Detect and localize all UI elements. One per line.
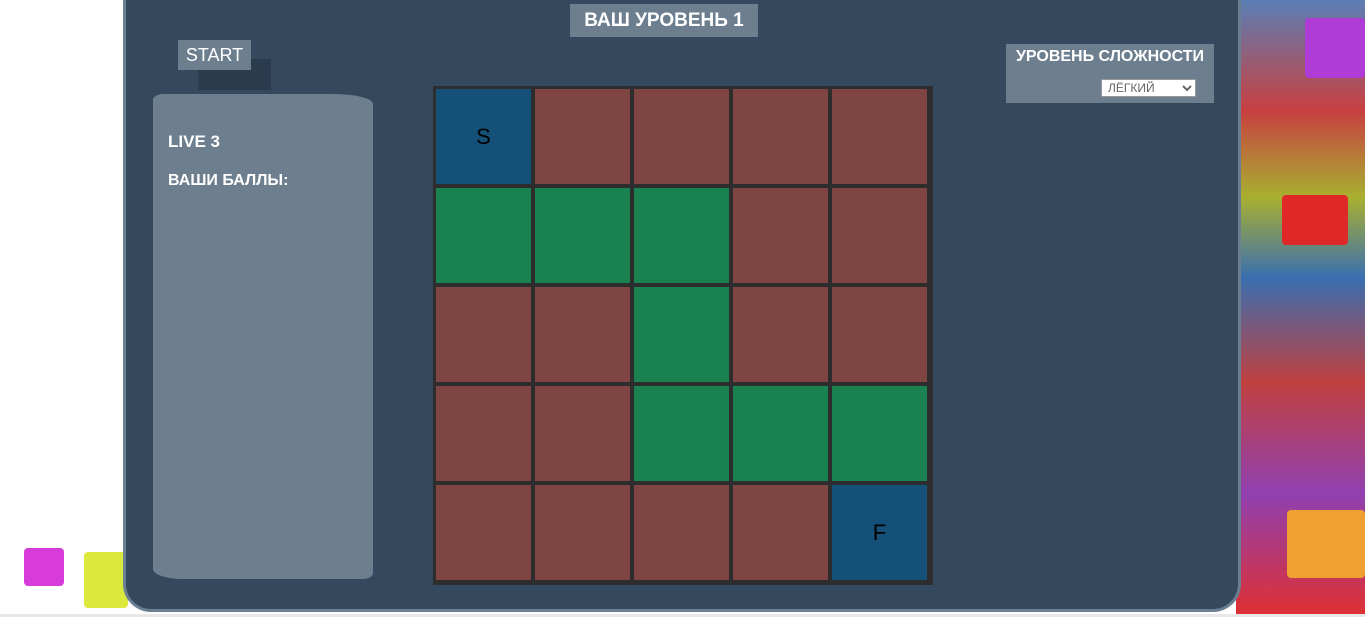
wall-cell[interactable]: [733, 287, 828, 382]
wall-cell[interactable]: [436, 386, 531, 481]
difficulty-select[interactable]: ЛЁГКИЙ: [1101, 79, 1196, 97]
stats-panel: [153, 94, 373, 579]
score-label: ВАШИ БАЛЛЫ:: [168, 172, 289, 189]
lives-counter: LIVE 3: [168, 132, 220, 151]
orange-cube-decoration: [1287, 510, 1365, 578]
wall-cell[interactable]: [436, 485, 531, 580]
wall-cell[interactable]: [733, 485, 828, 580]
start-button[interactable]: START: [178, 40, 251, 70]
path-cell[interactable]: [733, 386, 828, 481]
path-cell[interactable]: [436, 188, 531, 283]
path-cell[interactable]: [535, 188, 630, 283]
difficulty-label: УРОВЕНЬ СЛОЖНОСТИ: [1015, 48, 1205, 65]
wall-cell[interactable]: [436, 287, 531, 382]
start-cell[interactable]: S: [436, 89, 531, 184]
wall-cell[interactable]: [634, 485, 729, 580]
pink-cube-decoration: [24, 548, 64, 586]
wall-cell[interactable]: [535, 485, 630, 580]
finish-cell[interactable]: F: [832, 485, 927, 580]
yellow-cube-decoration: [84, 552, 128, 608]
difficulty-box: УРОВЕНЬ СЛОЖНОСТИ ЛЁГКИЙ: [1006, 44, 1214, 103]
wall-cell[interactable]: [832, 89, 927, 184]
wall-cell[interactable]: [535, 89, 630, 184]
wall-cell[interactable]: [535, 386, 630, 481]
wall-cell[interactable]: [733, 188, 828, 283]
path-cell[interactable]: [634, 188, 729, 283]
wall-cell[interactable]: [832, 188, 927, 283]
path-cell[interactable]: [832, 386, 927, 481]
red-cube-decoration: [1282, 195, 1348, 245]
wall-cell[interactable]: [535, 287, 630, 382]
wall-cell[interactable]: [634, 89, 729, 184]
path-cell[interactable]: [634, 386, 729, 481]
purple-cube-decoration: [1305, 18, 1365, 78]
maze-board: SF: [433, 86, 933, 585]
wall-cell[interactable]: [733, 89, 828, 184]
level-title: ВАШ УРОВЕНЬ 1: [570, 4, 758, 37]
path-cell[interactable]: [634, 287, 729, 382]
wall-cell[interactable]: [832, 287, 927, 382]
